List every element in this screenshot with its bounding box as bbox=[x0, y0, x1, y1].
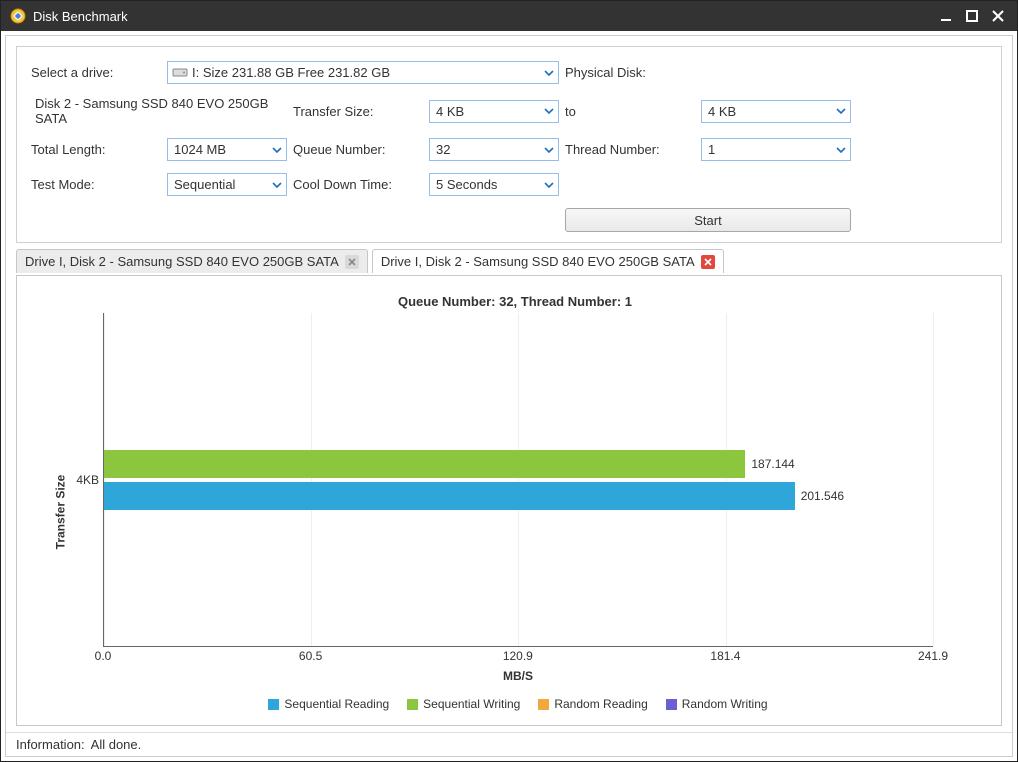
tab-label: Drive I, Disk 2 - Samsung SSD 840 EVO 25… bbox=[381, 254, 695, 269]
chart-panel: Queue Number: 32, Thread Number: 1 Trans… bbox=[16, 275, 1002, 726]
chart-xtick: 181.4 bbox=[710, 649, 740, 663]
label-to: to bbox=[565, 104, 695, 119]
label-transfer-size: Transfer Size: bbox=[293, 104, 423, 119]
client-area: Select a drive: I: Size 231.88 GB Free 2… bbox=[5, 35, 1013, 757]
thread-number-value: 1 bbox=[708, 142, 715, 157]
label-queue-number: Queue Number: bbox=[293, 142, 423, 157]
label-select-drive: Select a drive: bbox=[31, 65, 161, 80]
config-panel: Select a drive: I: Size 231.88 GB Free 2… bbox=[16, 46, 1002, 243]
chevron-down-icon bbox=[540, 174, 558, 195]
minimize-button[interactable] bbox=[935, 5, 957, 27]
chart-xtick: 120.9 bbox=[503, 649, 533, 663]
start-button-label: Start bbox=[694, 213, 721, 228]
tab-label: Drive I, Disk 2 - Samsung SSD 840 EVO 25… bbox=[25, 254, 339, 269]
tab-bar: Drive I, Disk 2 - Samsung SSD 840 EVO 25… bbox=[16, 249, 1002, 273]
transfer-to-value: 4 KB bbox=[708, 104, 736, 119]
legend-swatch bbox=[666, 699, 677, 710]
chart-legend: Sequential Reading Sequential Writing Rand… bbox=[103, 697, 933, 711]
chart-bar-label: 187.144 bbox=[745, 457, 794, 471]
cool-down-value: 5 Seconds bbox=[436, 177, 497, 192]
test-mode-select[interactable]: Sequential bbox=[167, 173, 287, 196]
transfer-from-value: 4 KB bbox=[436, 104, 464, 119]
label-thread-number: Thread Number: bbox=[565, 142, 695, 157]
maximize-button[interactable] bbox=[961, 5, 983, 27]
chevron-down-icon bbox=[268, 174, 286, 195]
chart-gridline bbox=[726, 313, 727, 646]
label-physical-disk: Physical Disk: bbox=[565, 65, 695, 80]
value-physical-disk: Disk 2 - Samsung SSD 840 EVO 250GB SATA bbox=[31, 96, 287, 126]
window-title: Disk Benchmark bbox=[33, 9, 931, 24]
chart-ylabel-wrap: Transfer Size bbox=[47, 313, 73, 711]
thread-number-select[interactable]: 1 bbox=[701, 138, 851, 161]
chart-bar: 201.546 bbox=[104, 482, 795, 510]
tab-result-1[interactable]: Drive I, Disk 2 - Samsung SSD 840 EVO 25… bbox=[16, 249, 368, 273]
chart-gridline bbox=[311, 313, 312, 646]
chart-ytick: 4KB bbox=[73, 313, 103, 647]
chart-xaxis: 0.060.5120.9181.4241.9 bbox=[103, 647, 933, 665]
chevron-down-icon bbox=[540, 62, 558, 83]
drive-select-value: I: Size 231.88 GB Free 231.82 GB bbox=[192, 65, 390, 80]
close-button[interactable] bbox=[987, 5, 1009, 27]
chevron-down-icon bbox=[540, 101, 558, 122]
chevron-down-icon bbox=[832, 139, 850, 160]
transfer-from-select[interactable]: 4 KB bbox=[429, 100, 559, 123]
queue-number-value: 32 bbox=[436, 142, 450, 157]
queue-number-select[interactable]: 32 bbox=[429, 138, 559, 161]
legend-item: Random Reading bbox=[538, 697, 647, 711]
test-mode-value: Sequential bbox=[174, 177, 235, 192]
legend-label: Random Writing bbox=[682, 697, 768, 711]
chart-plot-area: 187.144 201.546 bbox=[103, 313, 933, 647]
legend-item: Random Writing bbox=[666, 697, 768, 711]
cool-down-select[interactable]: 5 Seconds bbox=[429, 173, 559, 196]
chart-bar: 187.144 bbox=[104, 450, 745, 478]
label-cool-down: Cool Down Time: bbox=[293, 177, 423, 192]
total-length-value: 1024 MB bbox=[174, 142, 226, 157]
legend-label: Sequential Reading bbox=[284, 697, 389, 711]
label-test-mode: Test Mode: bbox=[31, 177, 161, 192]
tab-close-icon[interactable] bbox=[701, 255, 715, 269]
chart-xtick: 60.5 bbox=[299, 649, 322, 663]
chart-xtick: 241.9 bbox=[918, 649, 948, 663]
start-button[interactable]: Start bbox=[565, 208, 851, 232]
chart-gridline bbox=[518, 313, 519, 646]
transfer-to-select[interactable]: 4 KB bbox=[701, 100, 851, 123]
titlebar: Disk Benchmark bbox=[1, 1, 1017, 31]
label-total-length: Total Length: bbox=[31, 142, 161, 157]
legend-swatch bbox=[268, 699, 279, 710]
drive-select[interactable]: I: Size 231.88 GB Free 231.82 GB bbox=[167, 61, 559, 84]
chart-ylabel: Transfer Size bbox=[53, 475, 67, 550]
chevron-down-icon bbox=[832, 101, 850, 122]
tab-close-icon[interactable] bbox=[345, 255, 359, 269]
status-label: Information: bbox=[16, 737, 85, 752]
legend-label: Sequential Writing bbox=[423, 697, 520, 711]
legend-item: Sequential Reading bbox=[268, 697, 389, 711]
app-window: Disk Benchmark Select a drive: I: Size 2… bbox=[0, 0, 1018, 762]
disk-icon bbox=[172, 65, 188, 82]
legend-swatch bbox=[407, 699, 418, 710]
legend-label: Random Reading bbox=[554, 697, 647, 711]
total-length-select[interactable]: 1024 MB bbox=[167, 138, 287, 161]
chevron-down-icon bbox=[540, 139, 558, 160]
chart-xlabel: MB/S bbox=[103, 669, 933, 683]
chart-gridline bbox=[104, 313, 105, 646]
chart-title: Queue Number: 32, Thread Number: 1 bbox=[47, 294, 983, 309]
tab-result-2[interactable]: Drive I, Disk 2 - Samsung SSD 840 EVO 25… bbox=[372, 249, 724, 273]
status-bar: Information: All done. bbox=[6, 732, 1012, 756]
status-text: All done. bbox=[91, 737, 142, 752]
chevron-down-icon bbox=[268, 139, 286, 160]
legend-swatch bbox=[538, 699, 549, 710]
app-icon bbox=[9, 7, 27, 25]
legend-item: Sequential Writing bbox=[407, 697, 520, 711]
chart-bar-label: 201.546 bbox=[795, 489, 844, 503]
chart-gridline bbox=[933, 313, 934, 646]
chart-xtick: 0.0 bbox=[95, 649, 112, 663]
